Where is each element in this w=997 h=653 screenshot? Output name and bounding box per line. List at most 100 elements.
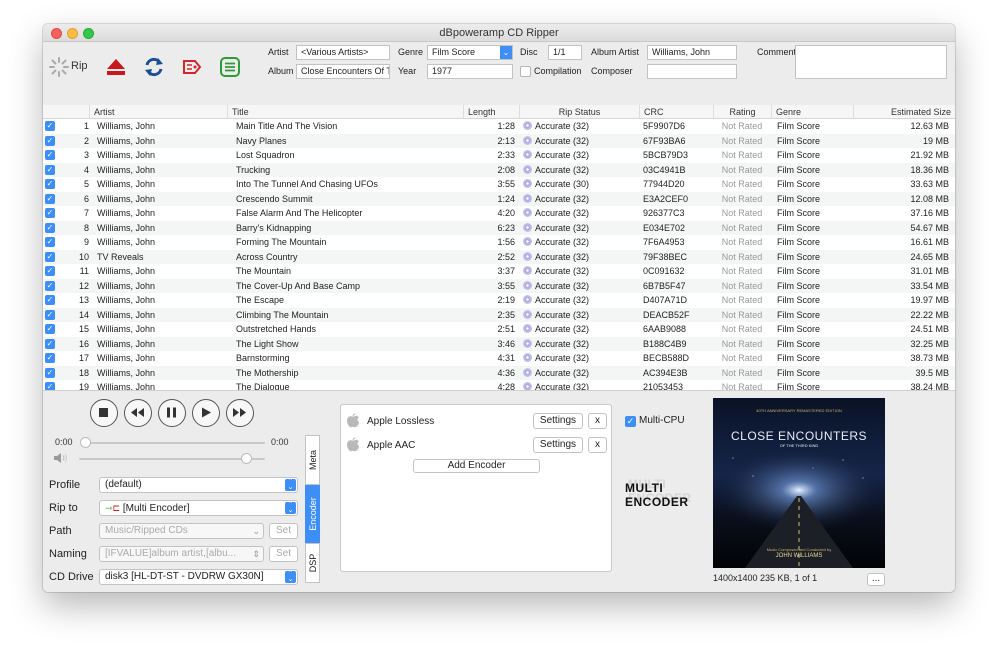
col-header-genre[interactable]: Genre [771, 105, 853, 119]
track-rating[interactable]: Not Rated [713, 134, 771, 149]
table-row[interactable]: ✓ 18 Williams, John The Mothership 4:36 Accur… [43, 365, 955, 381]
table-row[interactable]: ✓ 15 Williams, John Outstretched Hands 2:51 A… [43, 322, 955, 337]
track-rating[interactable]: Not Rated [713, 293, 771, 308]
track-rating[interactable]: Not Rated [713, 308, 771, 323]
track-rating[interactable]: Not Rated [713, 380, 771, 390]
cd-drive-select[interactable]: disk3 [HL-DT-ST - DVDRW GX30N] ⌃ ⌄ [99, 569, 298, 585]
close-window-button[interactable] [51, 28, 62, 39]
rip-button[interactable]: Rip [47, 53, 95, 81]
track-rating[interactable]: Not Rated [713, 279, 771, 294]
naming-select[interactable]: [IFVALUE]album artist,[albu... ⇕ [99, 546, 264, 562]
eject-button[interactable] [101, 53, 131, 81]
track-checkbox[interactable]: ✓ [45, 338, 55, 349]
track-checkbox[interactable]: ✓ [45, 251, 55, 262]
table-row[interactable]: ✓ 14 Williams, John Climbing The Mountain 2:… [43, 307, 955, 323]
col-header-artist[interactable]: Artist [89, 105, 227, 119]
pause-button[interactable] [158, 399, 186, 427]
encoder-remove-button[interactable]: x [588, 437, 607, 453]
track-checkbox[interactable]: ✓ [45, 324, 55, 334]
volume-icon[interactable] [53, 452, 69, 464]
multi-cpu-checkbox[interactable]: ✓ [625, 416, 636, 427]
profile-select[interactable]: (default) ⌃ ⌄ [99, 477, 298, 493]
track-rating[interactable]: Not Rated [713, 366, 771, 381]
track-checkbox[interactable]: ✓ [45, 309, 55, 320]
play-button[interactable] [192, 399, 220, 427]
refresh-button[interactable] [139, 53, 169, 81]
track-rating[interactable]: Not Rated [713, 206, 771, 221]
track-checkbox[interactable]: ✓ [45, 280, 55, 291]
track-rating[interactable]: Not Rated [713, 351, 771, 366]
cover-options-button[interactable]: ... [867, 573, 885, 586]
album-field[interactable]: Close Encounters Of T [296, 64, 390, 79]
track-checkbox[interactable]: ✓ [45, 150, 55, 160]
table-row[interactable]: ✓ 17 Williams, John Barnstorming 4:31 Accurat… [43, 351, 955, 366]
track-rating[interactable]: Not Rated [713, 235, 771, 250]
tab-meta[interactable]: Meta [305, 435, 320, 485]
album-cover[interactable]: 40TH ANNIVERSARY REMASTERED EDITION CLOS… [713, 398, 885, 568]
track-rating[interactable]: Not Rated [713, 221, 771, 236]
track-checkbox[interactable]: ✓ [45, 353, 55, 363]
artist-field[interactable]: <Various Artists> [296, 45, 390, 60]
track-rating[interactable]: Not Rated [713, 119, 771, 134]
stop-button[interactable] [90, 399, 118, 427]
tag-button[interactable] [177, 53, 207, 81]
compilation-checkbox[interactable] [520, 66, 531, 77]
track-list-button[interactable] [215, 53, 245, 81]
track-checkbox[interactable]: ✓ [45, 367, 55, 378]
track-checkbox[interactable]: ✓ [45, 208, 55, 218]
col-header-rip-status[interactable]: Rip Status [519, 105, 639, 119]
comment-field[interactable] [795, 45, 947, 79]
composer-field[interactable] [647, 64, 737, 79]
tab-encoder[interactable]: Encoder [305, 485, 320, 543]
genre-combo[interactable]: Film Score ⌄ [427, 45, 513, 60]
encoder-settings-button[interactable]: Settings [533, 437, 583, 453]
table-row[interactable]: ✓ 16 Williams, John The Light Show 3:46 Accur… [43, 336, 955, 352]
fast-forward-button[interactable] [226, 399, 254, 427]
track-rating[interactable]: Not Rated [713, 337, 771, 352]
table-row[interactable]: ✓ 7 Williams, John False Alarm And The Heli… [43, 206, 955, 221]
seek-track[interactable] [85, 442, 265, 444]
minimize-window-button[interactable] [67, 28, 78, 39]
col-header-crc[interactable]: CRC [639, 105, 713, 119]
zoom-window-button[interactable] [83, 28, 94, 39]
track-rating[interactable]: Not Rated [713, 163, 771, 178]
track-rating[interactable]: Not Rated [713, 177, 771, 192]
table-row[interactable]: ✓ 3 Williams, John Lost Squadron 2:33 Accurat… [43, 148, 955, 163]
track-checkbox[interactable]: ✓ [45, 295, 55, 305]
path-set-button[interactable]: Set [269, 523, 298, 539]
track-rating[interactable]: Not Rated [713, 250, 771, 265]
track-checkbox[interactable]: ✓ [45, 135, 55, 146]
col-header-title[interactable]: Title [227, 105, 463, 119]
track-checkbox[interactable]: ✓ [45, 382, 55, 390]
table-row[interactable]: ✓ 11 Williams, John The Mountain 3:37 Accurat… [43, 264, 955, 279]
volume-thumb[interactable] [241, 453, 253, 464]
col-header-estimated-size[interactable]: Estimated Size [853, 105, 955, 119]
table-row[interactable]: ✓ 12 Williams, John The Cover-Up And Base C… [43, 278, 955, 294]
track-rating[interactable]: Not Rated [713, 322, 771, 337]
table-row[interactable]: ✓ 6 Williams, John Crescendo Summit 1:24 Accu… [43, 191, 955, 206]
path-select[interactable]: Music/Ripped CDs ⌄ [99, 523, 264, 539]
track-checkbox[interactable]: ✓ [45, 179, 55, 189]
year-field[interactable]: 1977 [427, 64, 513, 79]
table-row[interactable]: ✓ 5 Williams, John Into The Tunnel And Chas… [43, 177, 955, 192]
table-row[interactable]: ✓ 4 Williams, John Trucking 2:08 Accurate (32… [43, 162, 955, 178]
track-checkbox[interactable]: ✓ [45, 222, 55, 233]
table-row[interactable]: ✓ 19 Williams, John The Dialogue 4:28 Accurat… [43, 380, 955, 390]
rewind-button[interactable] [124, 399, 152, 427]
encoder-settings-button[interactable]: Settings [533, 413, 583, 429]
disc-field[interactable]: 1/1 [548, 45, 582, 60]
track-rating[interactable]: Not Rated [713, 148, 771, 163]
tab-dsp[interactable]: DSP [305, 543, 320, 583]
track-checkbox[interactable]: ✓ [45, 164, 55, 175]
add-encoder-button[interactable]: Add Encoder [413, 459, 540, 473]
track-checkbox[interactable]: ✓ [45, 266, 55, 276]
table-row[interactable]: ✓ 10 TV Reveals Across Country 2:52 Accurate … [43, 249, 955, 265]
table-row[interactable]: ✓ 1 Williams, John Main Title And The Visio… [43, 119, 955, 134]
table-row[interactable]: ✓ 2 Williams, John Navy Planes 2:13 Accurate … [43, 133, 955, 149]
volume-track[interactable] [79, 458, 265, 460]
track-checkbox[interactable]: ✓ [45, 193, 55, 204]
rip-to-select[interactable]: ⇾⊏ [Multi Encoder] ⌃ ⌄ [99, 500, 298, 516]
track-checkbox[interactable]: ✓ [45, 237, 55, 247]
table-row[interactable]: ✓ 8 Williams, John Barry's Kidnapping 6:23 Ac… [43, 220, 955, 236]
table-row[interactable]: ✓ 9 Williams, John Forming The Mountain 1:56… [43, 235, 955, 250]
